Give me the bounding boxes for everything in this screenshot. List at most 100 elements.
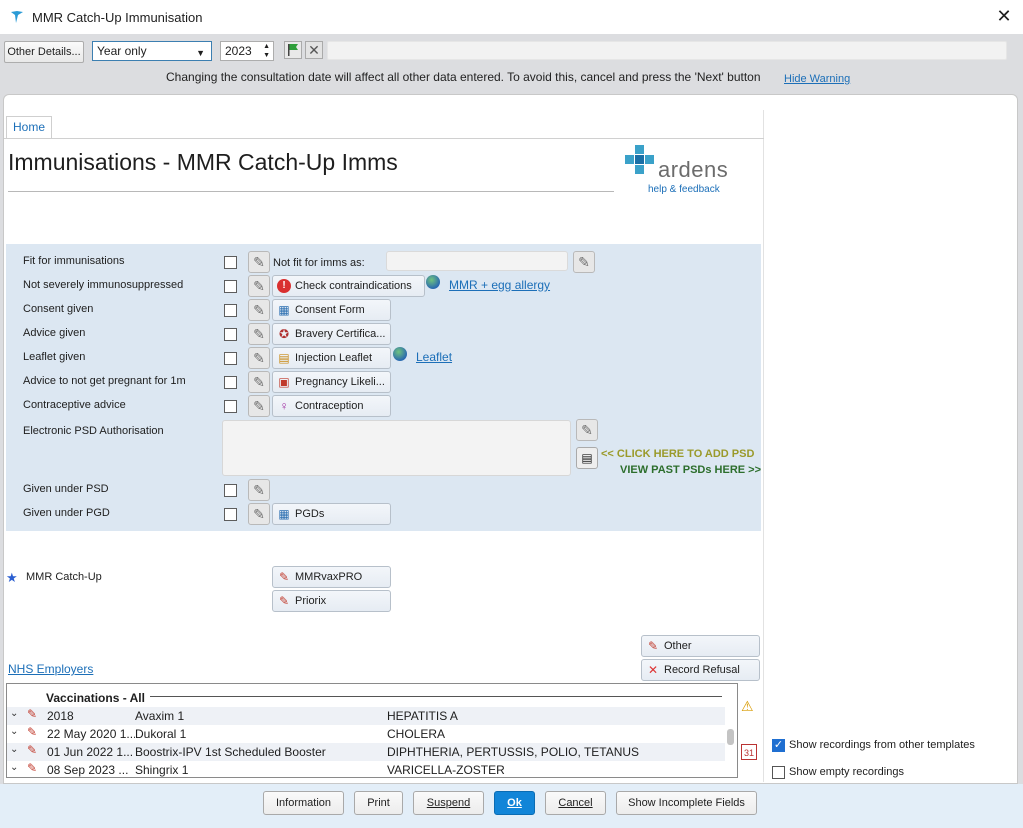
nhs-employers-link[interactable]: NHS Employers [8,662,93,676]
flag-icon[interactable] [284,41,302,59]
check-contraindications-button[interactable]: ! Check contraindications [272,275,425,297]
vaccination-disease: CHOLERA [387,727,446,741]
date-precision-select[interactable]: Year only ▼ [92,41,212,61]
pencil-icon[interactable]: ✎ [573,251,595,273]
view-past-psd-link[interactable]: VIEW PAST PSDs HERE >> [620,464,761,476]
pencil-icon[interactable]: ✎ [248,371,270,393]
warning-triangle-icon[interactable]: ⚠ [741,699,757,713]
star-icon: ★ [6,570,18,585]
date-change-warning: Changing the consultation date will affe… [166,70,761,84]
bravery-certificate-label: Bravery Certifica... [295,328,386,340]
leaflet-checkbox[interactable] [224,352,237,365]
clear-date-icon[interactable]: ✕ [305,41,323,59]
add-psd-link[interactable]: << CLICK HERE TO ADD PSD [601,448,754,460]
add-psd-icon[interactable]: ▤ [576,447,598,469]
expand-chevron-icon[interactable]: ⌄ [10,744,18,755]
suspend-label: Suspend [426,797,471,809]
given-psd-checkbox[interactable] [224,484,237,497]
page-title: Immunisations - MMR Catch-Up Imms [8,149,398,175]
pregnancy-advice-checkbox[interactable] [224,376,237,389]
expand-chevron-icon[interactable]: ⌄ [10,762,18,773]
immunosuppressed-checkbox[interactable] [224,280,237,293]
mmrvaxpro-label: MMRvaxPRO [295,571,363,583]
vaccinations-header: Vaccinations - All [46,691,145,705]
cancel-button[interactable]: Cancel [545,791,606,815]
table-row[interactable]: ⌄ ✎ 08 Sep 2023 ... Shingrix 1 VARICELLA… [7,761,725,779]
hide-warning-link[interactable]: Hide Warning [784,73,850,85]
row-label-psd-authorisation: Electronic PSD Authorisation [23,425,164,437]
form-document-icon: ▦ [278,507,290,521]
ok-button[interactable]: Ok [494,791,535,815]
show-empty-recordings-checkbox[interactable] [772,766,785,779]
stepper-arrows-icon[interactable]: ▲ ▼ [263,42,270,60]
leaflet-icon: ▤ [278,351,290,365]
row-label-contraceptive: Contraceptive advice [23,399,126,411]
given-pgd-checkbox[interactable] [224,508,237,521]
globe-icon [426,275,440,289]
table-row[interactable]: ⌄ ✎ 01 Jun 2022 1... Boostrix-IPV 1st Sc… [7,743,725,761]
contraceptive-checkbox[interactable] [224,400,237,413]
show-other-templates-checkbox[interactable]: ✓ [772,739,785,752]
mmrvaxpro-button[interactable]: ✎ MMRvaxPRO [272,566,391,588]
advice-checkbox[interactable] [224,328,237,341]
ardens-wordmark: ardens [658,157,729,182]
expand-chevron-icon[interactable]: ⌄ [10,708,18,719]
vaccination-disease: VARICELLA-ZOSTER [387,763,505,777]
print-button[interactable]: Print [354,791,403,815]
pencil-icon[interactable]: ✎ [248,251,270,273]
fit-checkbox[interactable] [224,256,237,269]
consultation-text-field[interactable] [327,41,1007,60]
ok-label: Ok [507,797,522,809]
not-fit-reason-field[interactable] [386,251,568,271]
row-label-immunosuppressed: Not severely immunosuppressed [23,279,184,291]
close-window-icon[interactable]: ✕ [994,6,1014,26]
pencil-icon[interactable]: ✎ [248,299,270,321]
other-details-button[interactable]: Other Details... [4,41,84,63]
show-incomplete-fields-button[interactable]: Show Incomplete Fields [616,791,757,815]
help-feedback-link[interactable]: help & feedback [648,184,720,195]
app-logo-icon [11,11,23,23]
contraception-button[interactable]: ♀ Contraception [272,395,391,417]
priorix-button[interactable]: ✎ Priorix [272,590,391,612]
year-stepper[interactable]: 2023 ▲ ▼ [220,41,274,61]
certificate-icon: ✪ [278,327,290,341]
female-symbol-icon: ♀ [279,399,289,413]
pencil-icon[interactable]: ✎ [248,275,270,297]
other-vaccine-button[interactable]: ✎ Other [641,635,760,657]
injection-leaflet-button[interactable]: ▤ Injection Leaflet [272,347,391,369]
suspend-button[interactable]: Suspend [413,791,484,815]
vaccinations-scroll-thumb[interactable] [727,729,734,745]
row-label-advice: Advice given [23,327,86,339]
consent-checkbox[interactable] [224,304,237,317]
pencil-icon[interactable]: ✎ [248,479,270,501]
refusal-cross-icon: ✕ [647,663,659,677]
expand-chevron-icon[interactable]: ⌄ [10,726,18,737]
pregnancy-box-icon: ▣ [278,375,290,389]
information-button[interactable]: Information [263,791,344,815]
table-row[interactable]: ⌄ ✎ 22 May 2020 1... Dukoral 1 CHOLERA [7,725,725,743]
pgds-label: PGDs [295,508,325,520]
pencil-icon[interactable]: ✎ [576,419,598,441]
mmr-egg-allergy-link[interactable]: MMR + egg allergy [449,278,550,292]
vaccinations-header-rule [150,696,722,697]
not-fit-label: Not fit for imms as: [273,257,365,269]
pgds-button[interactable]: ▦ PGDs [272,503,391,525]
row-label-consent: Consent given [23,303,94,315]
tab-divider [4,138,764,139]
consent-form-label: Consent Form [295,304,365,316]
psd-authorisation-field[interactable] [222,420,571,476]
calendar-icon[interactable]: 31 [741,744,757,760]
row-label-leaflet: Leaflet given [23,351,86,363]
tab-home[interactable]: Home [6,116,52,138]
consent-form-button[interactable]: ▦ Consent Form [272,299,391,321]
pencil-icon[interactable]: ✎ [248,347,270,369]
pencil-icon[interactable]: ✎ [248,503,270,525]
pregnancy-likelihood-button[interactable]: ▣ Pregnancy Likeli... [272,371,391,393]
table-row[interactable]: ⌄ ✎ 2018 Avaxim 1 HEPATITIS A [7,707,725,725]
leaflet-link[interactable]: Leaflet [416,350,452,364]
ardens-logo-icon[interactable] [624,144,656,176]
pencil-icon[interactable]: ✎ [248,395,270,417]
bravery-certificate-button[interactable]: ✪ Bravery Certifica... [272,323,391,345]
pencil-icon[interactable]: ✎ [248,323,270,345]
record-refusal-button[interactable]: ✕ Record Refusal [641,659,760,681]
